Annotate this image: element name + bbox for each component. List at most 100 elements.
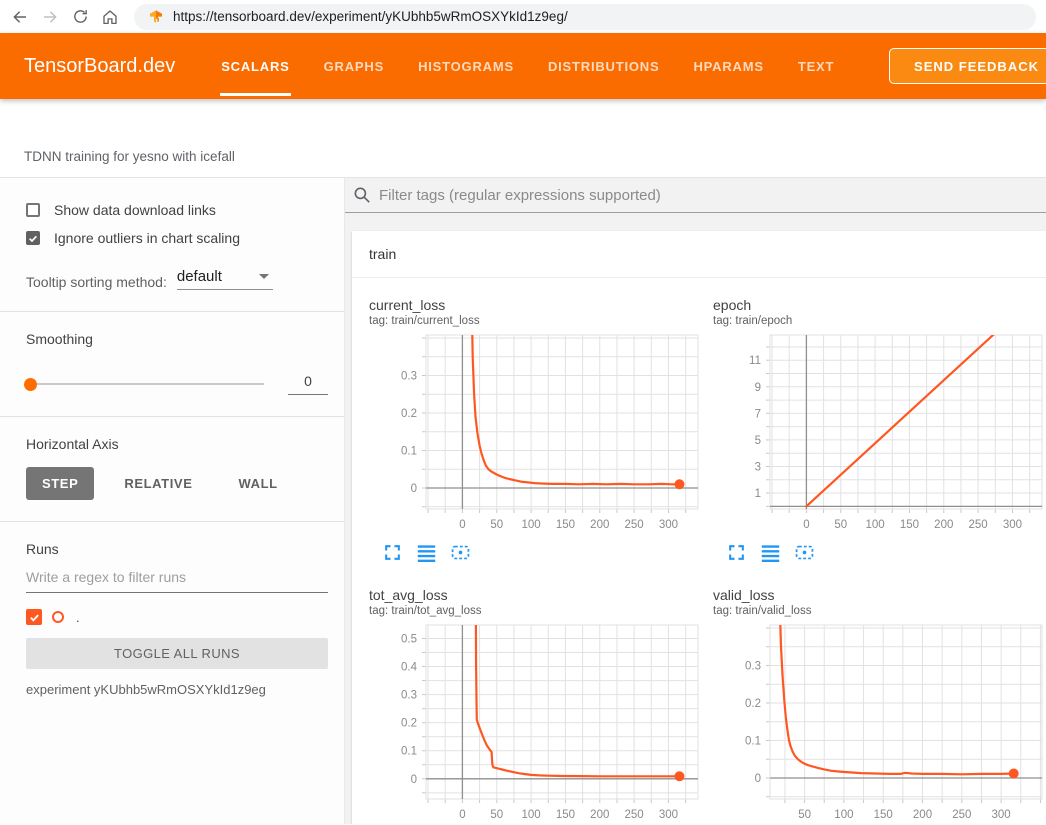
svg-text:50: 50 — [490, 519, 503, 531]
divider — [0, 416, 344, 417]
experiment-title: TDNN training for yesno with icefall — [24, 149, 235, 164]
tab-graphs[interactable]: GRAPHS — [324, 33, 384, 99]
chart-current_loss-canvas[interactable]: 05010015020025030000.10.20.3 — [369, 332, 699, 537]
svg-text:0: 0 — [803, 519, 809, 531]
divider — [0, 521, 344, 522]
fit-domain-icon[interactable] — [795, 543, 814, 562]
log-scale-icon[interactable] — [417, 543, 436, 562]
filter-tags-input[interactable] — [379, 187, 1046, 204]
browser-reload-icon[interactable] — [68, 5, 92, 29]
svg-text:0.2: 0.2 — [401, 408, 417, 420]
svg-text:0.3: 0.3 — [745, 661, 761, 673]
smoothing-label: Smoothing — [26, 331, 328, 347]
axis-button-step[interactable]: STEP — [26, 467, 94, 500]
axis-button-wall[interactable]: WALL — [222, 467, 293, 500]
svg-text:150: 150 — [900, 519, 919, 531]
svg-text:0.5: 0.5 — [401, 633, 417, 645]
nav-tabs: SCALARS GRAPHS HISTOGRAMS DISTRIBUTIONS HPAR… — [221, 33, 868, 99]
svg-text:150: 150 — [556, 519, 575, 531]
fit-domain-icon[interactable] — [451, 543, 470, 562]
chart-valid_loss: valid_losstag: train/valid_loss501001502… — [713, 587, 1043, 824]
svg-text:0: 0 — [411, 774, 417, 786]
svg-text:50: 50 — [834, 519, 847, 531]
svg-text:250: 250 — [625, 519, 644, 531]
checkbox-icon[interactable] — [26, 203, 40, 217]
horizontal-axis-label: Horizontal Axis — [26, 436, 328, 452]
svg-text:0.3: 0.3 — [401, 371, 417, 383]
smoothing-slider-knob[interactable] — [24, 378, 37, 391]
svg-text:0.4: 0.4 — [401, 662, 418, 674]
svg-text:5: 5 — [755, 435, 761, 447]
chart-tot_avg_loss-canvas[interactable]: 05010015020025030000.10.20.30.40.5 — [369, 622, 699, 824]
svg-text:7: 7 — [755, 408, 761, 420]
svg-text:250: 250 — [625, 809, 644, 821]
svg-text:0.3: 0.3 — [401, 690, 417, 702]
run-name: . — [76, 610, 80, 625]
svg-text:200: 200 — [913, 809, 932, 821]
checkbox-row: Ignore outliers in chart scaling — [26, 230, 328, 246]
svg-text:0: 0 — [459, 809, 465, 821]
checkbox-label: Show data download links — [54, 202, 216, 218]
chart-tag: tag: train/tot_avg_loss — [369, 605, 699, 617]
smoothing-value[interactable]: 0 — [288, 373, 328, 395]
filter-tags-row — [345, 178, 1046, 213]
svg-text:300: 300 — [1003, 519, 1022, 531]
fullscreen-icon[interactable] — [727, 543, 746, 562]
chart-toolbar — [383, 543, 699, 562]
browser-home-icon[interactable] — [98, 5, 122, 29]
svg-text:250: 250 — [952, 809, 971, 821]
address-bar[interactable]: https://tensorboard.dev/experiment/yKUbh… — [134, 4, 1036, 30]
main-panel: train current_losstag: train/current_los… — [345, 178, 1046, 824]
svg-text:300: 300 — [659, 809, 678, 821]
tooltip-sorting-label: Tooltip sorting method: — [26, 274, 167, 290]
horizontal-axis-buttons: STEP RELATIVE WALL — [26, 467, 328, 500]
tab-scalars[interactable]: SCALARS — [221, 33, 289, 99]
checkbox-label: Ignore outliers in chart scaling — [54, 230, 240, 246]
smoothing-slider[interactable] — [26, 383, 264, 385]
tensorboard-favicon-icon — [148, 9, 164, 25]
app-logo: TensorBoard.dev — [24, 55, 175, 78]
run-checkbox-icon[interactable] — [26, 609, 42, 625]
svg-text:1: 1 — [755, 488, 761, 500]
run-color-swatch — [52, 611, 64, 623]
url-text: https://tensorboard.dev/experiment/yKUbh… — [173, 9, 568, 24]
chart-title: epoch — [713, 297, 1043, 313]
chart-title: valid_loss — [713, 587, 1043, 603]
svg-text:50: 50 — [490, 809, 503, 821]
browser-toolbar: https://tensorboard.dev/experiment/yKUbh… — [0, 0, 1046, 33]
toggle-all-runs-button[interactable]: TOGGLE ALL RUNS — [26, 638, 328, 669]
svg-text:0.1: 0.1 — [401, 446, 417, 458]
log-scale-icon[interactable] — [761, 543, 780, 562]
chart-epoch-canvas[interactable]: 0501001502002503001357911 — [713, 332, 1043, 537]
tab-distributions[interactable]: DISTRIBUTIONS — [548, 33, 660, 99]
run-list-item: . — [26, 609, 328, 625]
chart-toolbar — [727, 543, 1043, 562]
axis-button-relative[interactable]: RELATIVE — [108, 467, 208, 500]
tab-hparams[interactable]: HPARAMS — [693, 33, 763, 99]
browser-back-icon[interactable] — [8, 5, 32, 29]
svg-text:100: 100 — [521, 809, 540, 821]
tab-histograms[interactable]: HISTOGRAMS — [418, 33, 514, 99]
send-feedback-button[interactable]: SEND FEEDBACK — [889, 48, 1046, 84]
svg-text:50: 50 — [798, 809, 811, 821]
chart-tag: tag: train/epoch — [713, 315, 1043, 327]
svg-text:150: 150 — [556, 809, 575, 821]
svg-text:200: 200 — [934, 519, 953, 531]
svg-text:0.2: 0.2 — [401, 718, 417, 730]
chevron-down-icon — [259, 274, 269, 279]
tooltip-sorting-select[interactable]: default — [177, 268, 273, 290]
search-icon — [353, 186, 371, 204]
tag-group-header[interactable]: train — [352, 231, 1046, 278]
svg-text:0.2: 0.2 — [745, 698, 761, 710]
browser-forward-icon — [38, 5, 62, 29]
chart-tag: tag: train/current_loss — [369, 315, 699, 327]
chart-valid_loss-canvas[interactable]: 5010015020025030000.10.20.3 — [713, 622, 1043, 824]
svg-text:0.1: 0.1 — [745, 736, 761, 748]
fullscreen-icon[interactable] — [383, 543, 402, 562]
checkbox-icon[interactable] — [26, 231, 40, 245]
tab-text[interactable]: TEXT — [798, 33, 834, 99]
runs-filter-input[interactable] — [26, 557, 328, 593]
tag-group-card: train current_losstag: train/current_los… — [352, 231, 1046, 824]
smoothing-row: 0 — [26, 373, 328, 395]
app-header: TensorBoard.dev SCALARS GRAPHS HISTOGRAMS D… — [0, 33, 1046, 99]
